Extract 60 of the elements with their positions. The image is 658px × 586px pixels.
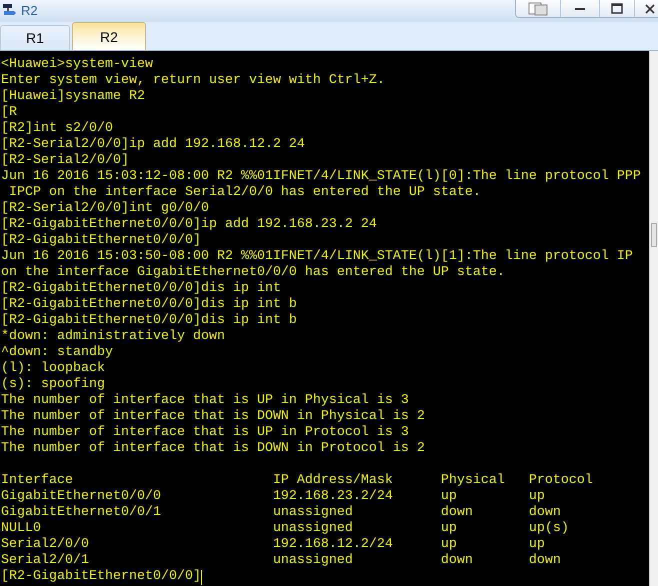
table-cell-text: unassigned [272,521,354,537]
terminal-line: (l): loopback [1,361,106,377]
terminal-line: IPCP on the interface Serial2/0/0 has entered the UP state. [8,185,482,201]
terminal-line: The number of interface that is DOWN in Protocol is 2 [1,441,426,457]
table-cell-text: down [528,553,562,569]
table-cell-text: down [440,553,474,569]
table-cell-text: 192.168.23.2/24 [272,489,394,505]
table-cell-text: down [528,505,562,521]
terminal-line: [R [1,105,18,121]
close-icon[interactable] [645,4,655,14]
restore-down-icon[interactable] [527,2,549,16]
terminal-line: <Huawei>system-view [1,57,154,73]
terminal-line: [R2]int s2/0/0 [1,121,114,137]
terminal-line: Jun 16 2016 15:03:50-08:00 R2 %%01IFNET/4/LINK_STATE(l)[1]:The line protocol IP [1,249,634,265]
router-icon [2,2,18,18]
table-cell-text: up(s) [528,521,570,537]
terminal-line: [R2-GigabitEthernet0/0/0] [1,233,202,249]
terminal-line: ^down: standby [1,345,114,361]
terminal-line: Jun 16 2016 15:03:12-08:00 R2 %%01IFNET/4/LINK_STATE(l)[0]:The line protocol PPP [1,169,642,185]
terminal-line: The number of interface that is DOWN in Physical is 2 [1,409,426,425]
tab[interactable]: R1 [0,25,70,50]
terminal-line: [R2-GigabitEthernet0/0/0]dis ip int b [1,297,298,313]
terminal-line: on the interface GigabitEthernet0/0/0 has entered the UP state. [1,265,506,281]
table-cell-text: 192.168.12.2/24 [272,537,394,553]
terminal-line: [R2-GigabitEthernet0/0/0]dis ip int b [1,313,298,329]
table-cell-text: unassigned [272,553,354,569]
column-header: Protocol [528,473,594,489]
table-cell-text: up [440,521,458,537]
table-cell-text: NULL0 [1,521,42,537]
table-cell-text: GigabitEthernet0/0/1 [1,505,162,521]
table-cell-text: GigabitEthernet0/0/0 [1,489,162,505]
terminal-line: [R2-Serial2/0/0] [1,153,130,169]
text-cursor [200,570,202,584]
window-title: R2 [21,2,38,18]
terminal-line: The number of interface that is UP in Protocol is 3 [1,425,410,441]
table-cell-text: down [440,505,474,521]
terminal-line: *down: administratively down [1,329,226,345]
terminal-line: The number of interface that is UP in Physical is 3 [1,393,410,409]
table-cell-text: up [440,537,458,553]
table-cell-text: unassigned [272,505,354,521]
terminal-line: [R2-Serial2/0/0]int g0/0/0 [1,201,210,217]
tab[interactable]: R2 [72,22,146,50]
table-cell-text: up [440,489,458,505]
minimize-icon[interactable] [574,6,586,10]
terminal-line: (s): spoofing [1,377,106,393]
command-prompt: [R2-GigabitEthernet0/0/0] [1,569,201,585]
column-header: Interface [1,473,74,489]
scrollbar[interactable] [649,51,658,586]
table-cell-text: Serial2/0/1 [1,553,90,569]
column-header: IP Address/Mask [272,473,394,489]
terminal-line: [Huawei]sysname R2 [1,89,146,105]
terminal-line: [R2-GigabitEthernet0/0/0]ip add 192.168.23.2 24 [1,217,378,233]
table-cell-text: up [528,489,546,505]
maximize-icon[interactable] [611,3,623,14]
table-cell-text: up [528,537,546,553]
column-header: Physical [440,473,506,489]
terminal-line: [R2-GigabitEthernet0/0/0]dis ip int [1,281,282,297]
table-cell-text: Serial2/0/0 [1,537,90,553]
terminal-line: [R2-Serial2/0/0]ip add 192.168.12.2 24 [1,137,306,153]
terminal-line: Enter system view, return user view with Ctrl+Z. [1,73,386,89]
